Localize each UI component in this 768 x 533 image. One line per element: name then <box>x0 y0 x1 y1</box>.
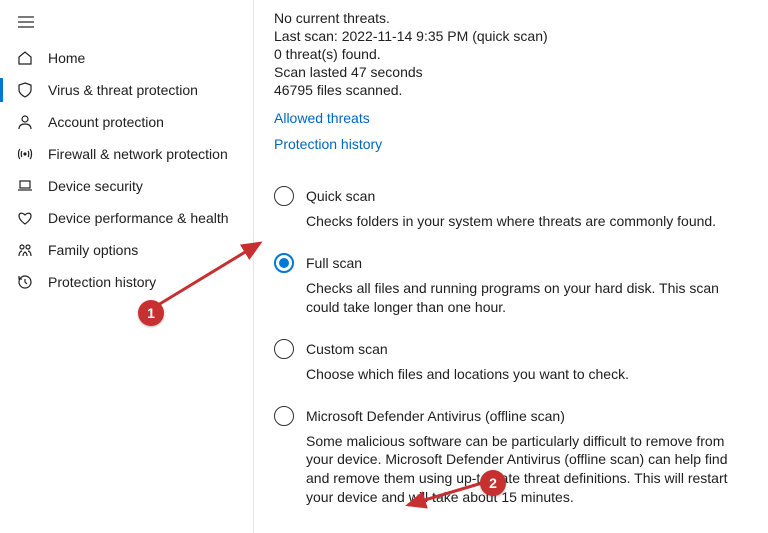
sidebar: Home Virus & threat protection Account p… <box>0 0 254 533</box>
sidebar-item-label: Firewall & network protection <box>48 146 228 162</box>
annotation-badge-2: 2 <box>480 470 506 496</box>
sidebar-item-label: Home <box>48 50 85 66</box>
sidebar-item-label: Protection history <box>48 274 156 290</box>
main-content: No current threats. Last scan: 2022-11-1… <box>254 0 768 533</box>
annotation-badge-1: 1 <box>138 300 164 326</box>
sidebar-item-history[interactable]: Protection history <box>0 266 253 298</box>
home-icon <box>16 49 34 67</box>
status-line: 0 threat(s) found. <box>274 46 748 62</box>
hamburger-icon <box>18 16 34 28</box>
allowed-threats-link[interactable]: Allowed threats <box>274 110 370 126</box>
option-offline-scan: Microsoft Defender Antivirus (offline sc… <box>274 406 748 508</box>
option-title: Custom scan <box>306 341 388 357</box>
option-description: Checks folders in your system where thre… <box>306 212 736 231</box>
radio-icon <box>274 253 294 273</box>
sidebar-item-device-security[interactable]: Device security <box>0 170 253 202</box>
radio-custom-scan[interactable]: Custom scan <box>274 339 748 359</box>
sidebar-item-account[interactable]: Account protection <box>0 106 253 138</box>
option-title: Full scan <box>306 255 362 271</box>
option-description: Some malicious software can be particula… <box>306 432 736 508</box>
radio-icon <box>274 186 294 206</box>
shield-icon <box>16 81 34 99</box>
sidebar-item-family[interactable]: Family options <box>0 234 253 266</box>
heart-icon <box>16 209 34 227</box>
hamburger-button[interactable] <box>6 8 46 36</box>
status-line: Scan lasted 47 seconds <box>274 64 748 80</box>
option-custom-scan: Custom scan Choose which files and locat… <box>274 339 748 384</box>
sidebar-item-label: Virus & threat protection <box>48 82 198 98</box>
option-title: Quick scan <box>306 188 375 204</box>
option-full-scan: Full scan Checks all files and running p… <box>274 253 748 317</box>
option-quick-scan: Quick scan Checks folders in your system… <box>274 186 748 231</box>
radio-quick-scan[interactable]: Quick scan <box>274 186 748 206</box>
sidebar-item-home[interactable]: Home <box>0 42 253 74</box>
laptop-icon <box>16 177 34 195</box>
status-line: Last scan: 2022-11-14 9:35 PM (quick sca… <box>274 28 748 44</box>
sidebar-item-firewall[interactable]: Firewall & network protection <box>0 138 253 170</box>
option-title: Microsoft Defender Antivirus (offline sc… <box>306 408 565 424</box>
sidebar-item-label: Family options <box>48 242 138 258</box>
sidebar-item-label: Device performance & health <box>48 210 229 226</box>
sidebar-item-label: Device security <box>48 178 143 194</box>
status-line: 46795 files scanned. <box>274 82 748 98</box>
radio-icon <box>274 339 294 359</box>
antenna-icon <box>16 145 34 163</box>
sidebar-item-virus-threat[interactable]: Virus & threat protection <box>0 74 253 106</box>
radio-icon <box>274 406 294 426</box>
account-icon <box>16 113 34 131</box>
threat-status: No current threats. Last scan: 2022-11-1… <box>274 10 748 98</box>
option-description: Checks all files and running programs on… <box>306 279 736 317</box>
history-icon <box>16 273 34 291</box>
family-icon <box>16 241 34 259</box>
radio-full-scan[interactable]: Full scan <box>274 253 748 273</box>
status-line: No current threats. <box>274 10 748 26</box>
sidebar-item-label: Account protection <box>48 114 164 130</box>
protection-history-link[interactable]: Protection history <box>274 136 748 152</box>
sidebar-item-performance[interactable]: Device performance & health <box>0 202 253 234</box>
option-description: Choose which files and locations you wan… <box>306 365 736 384</box>
radio-offline-scan[interactable]: Microsoft Defender Antivirus (offline sc… <box>274 406 748 426</box>
